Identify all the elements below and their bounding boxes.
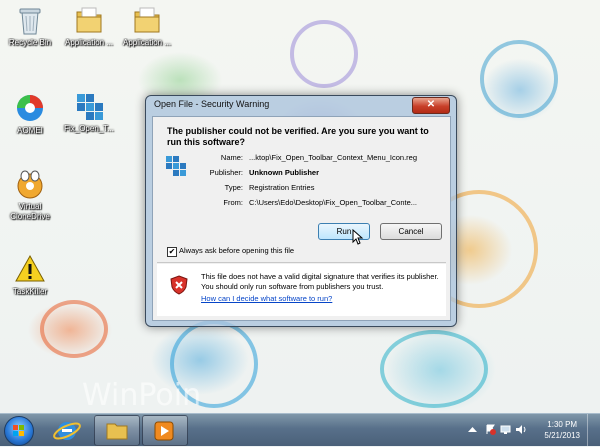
desktop-icon-label: Application ... (64, 38, 114, 47)
desktop-icon-fix-open-toolbar[interactable]: Fix_Open_T... (60, 90, 118, 134)
desktop-icon-label: Fix_Open_T... (64, 124, 114, 133)
taskbar: 1:30 PM 5/21/2013 (0, 413, 600, 446)
tray-network-icon[interactable] (500, 424, 511, 435)
checkbox-label: Always ask before opening this file (179, 246, 295, 255)
info-key: Type: (224, 183, 243, 192)
windows-logo-icon (13, 425, 24, 436)
tray-arrow-up-icon[interactable] (467, 424, 478, 435)
desktop-icon-application-2[interactable]: Application ... (118, 4, 176, 48)
close-icon: ✕ (426, 99, 436, 110)
system-clock[interactable]: 1:30 PM 5/21/2013 (544, 419, 580, 441)
virtual-clonedrive-icon (14, 168, 46, 200)
desktop-icon-taskkiller[interactable]: TaskKiller (1, 253, 59, 297)
wallpaper-swirl (380, 330, 488, 408)
clock-date: 5/21/2013 (544, 431, 580, 440)
dialog-headline: The publisher could not be verified. Are… (167, 126, 429, 147)
warning-triangle-icon (14, 253, 46, 285)
cancel-button[interactable]: Cancel (380, 223, 442, 240)
clock-time: 1:30 PM (547, 420, 578, 429)
aomei-icon (14, 92, 46, 124)
desktop-icon-application-1[interactable]: Application ... (60, 4, 118, 48)
tray-volume-icon[interactable] (515, 424, 526, 435)
info-value: Registration Entries (249, 183, 315, 192)
dialog-body: The publisher could not be verified. Are… (152, 116, 451, 321)
info-value: ...ktop\Fix_Open_Toolbar_Context_Menu_Ic… (249, 153, 418, 162)
tray-flag-icon[interactable] (485, 424, 496, 435)
divider (157, 262, 446, 263)
info-key: Publisher: (209, 168, 243, 177)
wallpaper-swirl (290, 20, 358, 88)
media-player-icon (154, 421, 174, 441)
desktop-icon-label: TaskKiller (12, 287, 48, 296)
warning-text: This file does not have a valid digital … (201, 272, 439, 291)
wallpaper-swirl (480, 40, 558, 118)
mouse-cursor (352, 228, 364, 247)
watermark-text: WinPoin (82, 378, 202, 413)
info-key: Name: (220, 153, 243, 162)
folder-icon (106, 423, 128, 440)
registry-file-icon (73, 90, 105, 122)
warning-panel: This file does not have a valid digital … (157, 264, 446, 316)
desktop-icon-aomei[interactable]: AOMEI (1, 92, 59, 136)
close-button[interactable]: ✕ (412, 97, 450, 114)
desktop-icon-virtual-clonedrive[interactable]: Virtual CloneDrive (1, 168, 59, 222)
info-key: From: (223, 198, 243, 207)
wallpaper-swirl (40, 300, 108, 358)
taskbar-internet-explorer[interactable] (44, 415, 90, 446)
info-value: Unknown Publisher (249, 168, 320, 177)
folder-icon (73, 4, 105, 36)
start-button[interactable] (4, 416, 34, 446)
info-value: C:\Users\Edo\Desktop\Fix_Open_Toolbar_Co… (249, 198, 417, 207)
recycle-bin-icon (14, 4, 46, 36)
desktop-icon-label: Application ... (122, 38, 172, 47)
desktop-icon-label: AOMEI (17, 126, 43, 135)
taskbar-media-player[interactable] (142, 415, 188, 446)
internet-explorer-icon (53, 422, 81, 440)
registry-file-icon (165, 155, 187, 177)
always-ask-checkbox[interactable]: ✔ (167, 247, 177, 257)
folder-icon (131, 4, 163, 36)
desktop-icon-label: Virtual CloneDrive (10, 202, 50, 221)
dialog-title: Open File - Security Warning (154, 99, 270, 109)
shield-error-icon (170, 275, 188, 295)
desktop-icon-recycle-bin[interactable]: Recycle Bin (1, 4, 59, 48)
desktop-icon-label: Recycle Bin (8, 38, 52, 47)
taskbar-explorer[interactable] (94, 415, 140, 446)
show-desktop-button[interactable] (587, 414, 600, 446)
help-link[interactable]: How can I decide what software to run? (201, 294, 332, 303)
security-warning-dialog: Open File - Security Warning ✕ The publi… (145, 95, 457, 327)
